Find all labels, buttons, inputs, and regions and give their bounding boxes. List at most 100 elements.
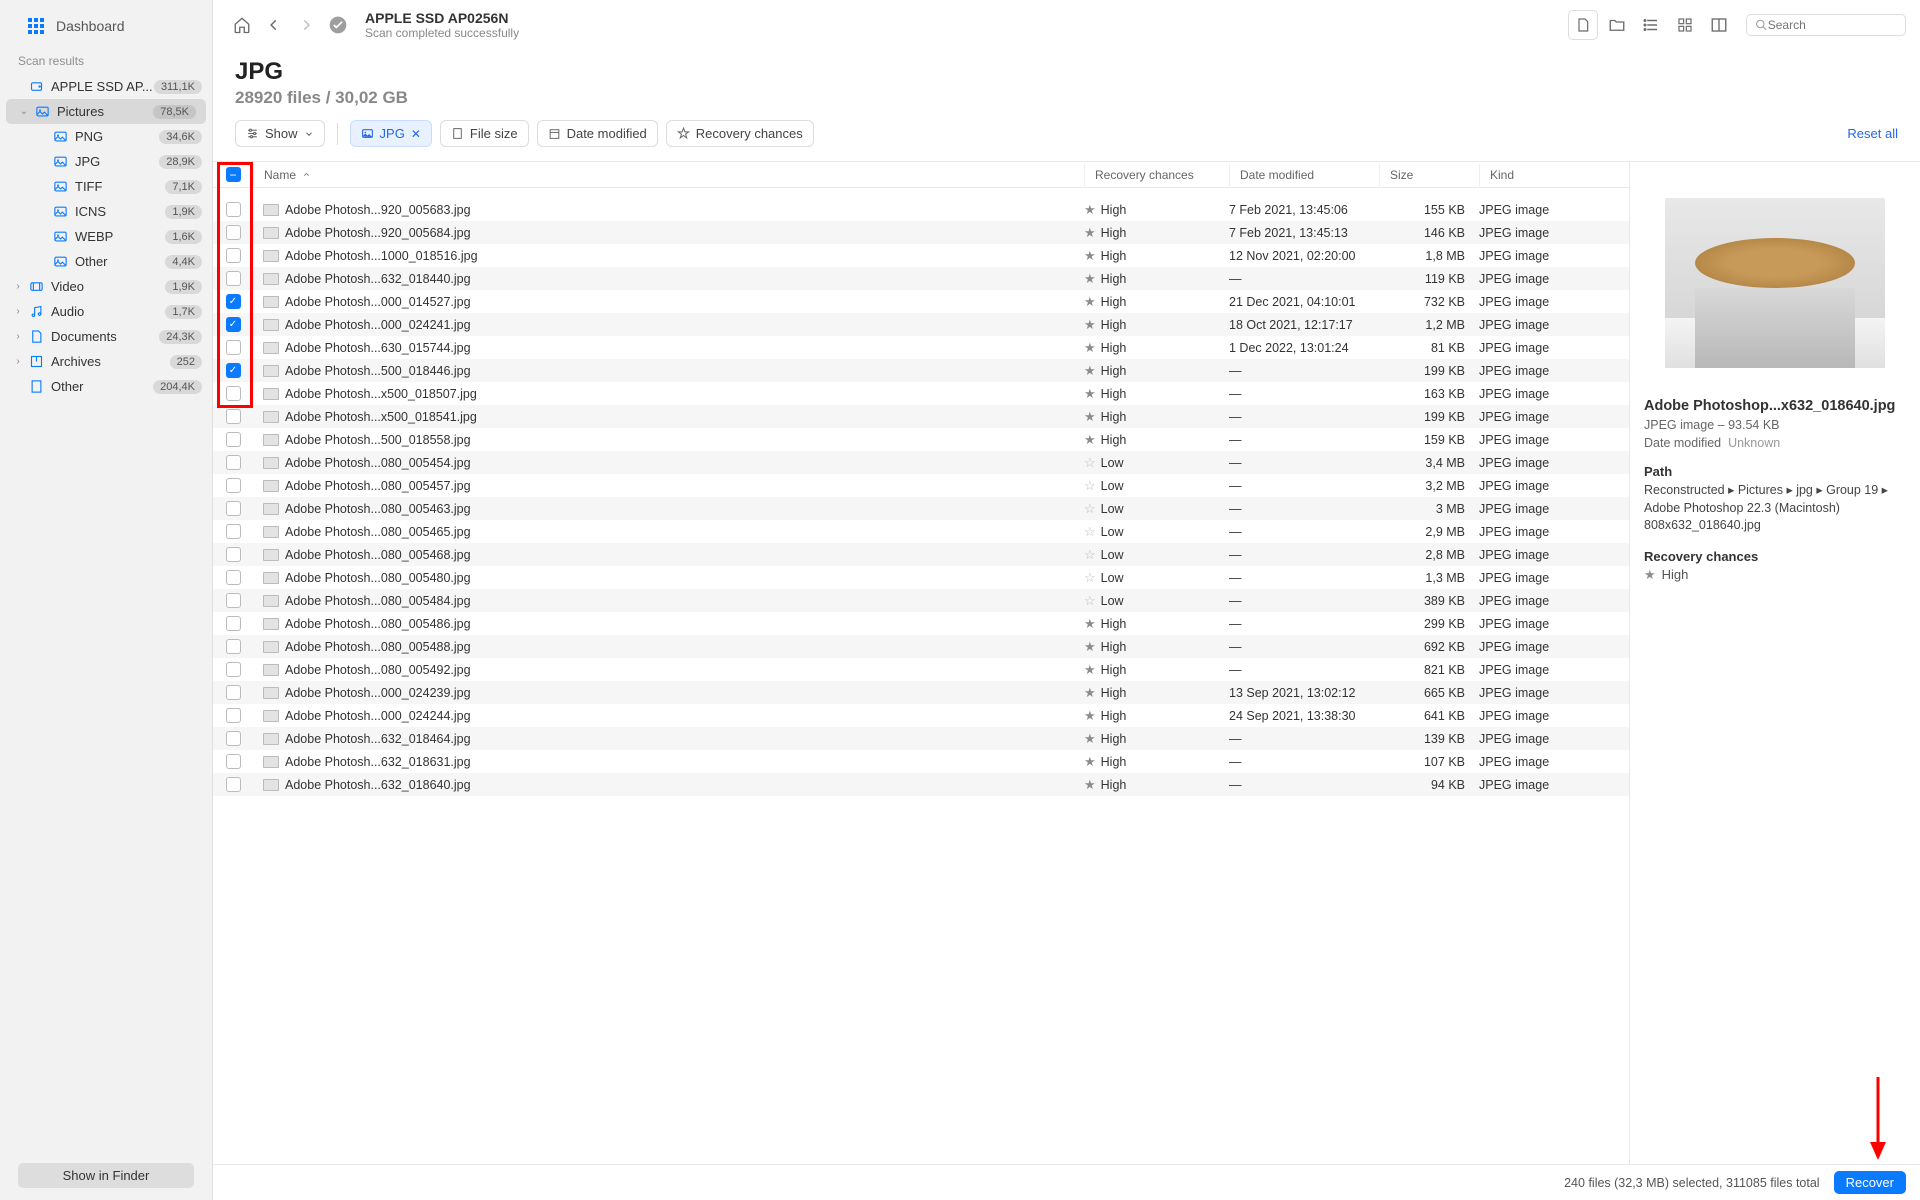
row-checkbox[interactable] — [226, 593, 241, 608]
row-checkbox[interactable] — [226, 524, 241, 539]
row-checkbox[interactable] — [226, 708, 241, 723]
table-row[interactable]: Adobe Photosh...920_005684.jpg★High7 Feb… — [213, 221, 1629, 244]
sidebar-dashboard[interactable]: Dashboard — [0, 0, 212, 48]
row-checkbox[interactable] — [226, 409, 241, 424]
sidebar-item[interactable]: Other4,4K — [0, 249, 212, 274]
table-row[interactable]: Adobe Photosh...500_018558.jpg★High—159 … — [213, 428, 1629, 451]
view-folder-icon[interactable] — [1602, 10, 1632, 40]
jpg-filter[interactable]: JPG ✕ — [350, 120, 432, 147]
recovery-filter[interactable]: Recovery chances — [666, 120, 814, 147]
table-row[interactable]: Adobe Photosh...632_018464.jpg★High—139 … — [213, 727, 1629, 750]
row-checkbox[interactable] — [226, 685, 241, 700]
row-checkbox[interactable] — [226, 340, 241, 355]
table-row[interactable]: Adobe Photosh...920_005683.jpg★High7 Feb… — [213, 198, 1629, 221]
row-checkbox[interactable] — [226, 570, 241, 585]
thumbnail-icon — [263, 365, 279, 377]
recover-button[interactable]: Recover — [1834, 1171, 1906, 1194]
table-row[interactable]: ✓Adobe Photosh...000_024241.jpg★High18 O… — [213, 313, 1629, 336]
show-filter[interactable]: Show — [235, 120, 325, 147]
view-grid-icon[interactable] — [1670, 10, 1700, 40]
view-list-icon[interactable] — [1636, 10, 1666, 40]
view-document-icon[interactable] — [1568, 10, 1598, 40]
table-row[interactable]: Adobe Photosh...000_024239.jpg★High13 Se… — [213, 681, 1629, 704]
sidebar-dashboard-label: Dashboard — [56, 18, 125, 34]
sidebar-item[interactable]: TIFF7,1K — [0, 174, 212, 199]
table-row[interactable]: Adobe Photosh...632_018640.jpg★High—94 K… — [213, 773, 1629, 796]
row-checkbox[interactable] — [226, 455, 241, 470]
sidebar-item[interactable]: WEBP1,6K — [0, 224, 212, 249]
row-checkbox[interactable] — [226, 777, 241, 792]
row-checkbox[interactable] — [226, 662, 241, 677]
table-row[interactable] — [213, 188, 1629, 198]
filesize-filter[interactable]: File size — [440, 120, 529, 147]
row-checkbox[interactable]: ✓ — [226, 294, 241, 309]
date-value: — — [1229, 479, 1379, 493]
table-row[interactable]: Adobe Photosh...080_005463.jpg☆Low—3 MBJ… — [213, 497, 1629, 520]
sidebar-item[interactable]: ›Audio1,7K — [0, 299, 212, 324]
back-icon[interactable] — [259, 10, 289, 40]
table-row[interactable]: ✓Adobe Photosh...500_018446.jpg★High—199… — [213, 359, 1629, 382]
row-checkbox[interactable] — [226, 547, 241, 562]
table-row[interactable]: Adobe Photosh...080_005484.jpg☆Low—389 K… — [213, 589, 1629, 612]
row-checkbox[interactable] — [226, 432, 241, 447]
row-checkbox[interactable] — [226, 616, 241, 631]
close-icon[interactable]: ✕ — [411, 127, 421, 141]
reset-all-link[interactable]: Reset all — [1847, 126, 1898, 141]
table-row[interactable]: Adobe Photosh...080_005480.jpg☆Low—1,3 M… — [213, 566, 1629, 589]
row-checkbox[interactable]: ✓ — [226, 363, 241, 378]
sidebar-item[interactable]: ⌄Pictures78,5K — [6, 99, 206, 124]
table-row[interactable]: Adobe Photosh...000_024244.jpg★High24 Se… — [213, 704, 1629, 727]
table-row[interactable]: Adobe Photosh...080_005492.jpg★High—821 … — [213, 658, 1629, 681]
select-all-checkbox[interactable]: − — [226, 167, 241, 182]
search-field[interactable] — [1746, 14, 1906, 36]
sidebar-item[interactable]: Other204,4K — [0, 374, 212, 399]
table-row[interactable]: Adobe Photosh...080_005465.jpg☆Low—2,9 M… — [213, 520, 1629, 543]
table-row[interactable]: Adobe Photosh...1000_018516.jpg★High12 N… — [213, 244, 1629, 267]
table-row[interactable]: Adobe Photosh...080_005454.jpg☆Low—3,4 M… — [213, 451, 1629, 474]
date-value: — — [1229, 410, 1379, 424]
column-date[interactable]: Date modified — [1229, 164, 1379, 186]
date-value: — — [1229, 778, 1379, 792]
table-row[interactable]: Adobe Photosh...630_015744.jpg★High1 Dec… — [213, 336, 1629, 359]
table-row[interactable]: Adobe Photosh...080_005488.jpg★High—692 … — [213, 635, 1629, 658]
view-columns-icon[interactable] — [1704, 10, 1734, 40]
row-checkbox[interactable] — [226, 731, 241, 746]
row-checkbox[interactable] — [226, 248, 241, 263]
sidebar-item[interactable]: PNG34,6K — [0, 124, 212, 149]
sidebar-item[interactable]: JPG28,9K — [0, 149, 212, 174]
home-icon[interactable] — [227, 10, 257, 40]
row-checkbox[interactable] — [226, 202, 241, 217]
row-checkbox[interactable] — [226, 754, 241, 769]
column-kind[interactable]: Kind — [1479, 164, 1629, 186]
sidebar-item[interactable]: ›Documents24,3K — [0, 324, 212, 349]
thumbnail-icon — [263, 526, 279, 538]
table-row[interactable]: Adobe Photosh...632_018440.jpg★High—119 … — [213, 267, 1629, 290]
row-checkbox[interactable] — [226, 639, 241, 654]
table-row[interactable]: Adobe Photosh...080_005486.jpg★High—299 … — [213, 612, 1629, 635]
date-filter[interactable]: Date modified — [537, 120, 658, 147]
show-in-finder-button[interactable]: Show in Finder — [18, 1163, 194, 1188]
row-checkbox[interactable] — [226, 225, 241, 240]
thumbnail-icon — [263, 250, 279, 262]
sidebar-item[interactable]: ›Archives252 — [0, 349, 212, 374]
table-row[interactable]: Adobe Photosh...x500_018541.jpg★High—199… — [213, 405, 1629, 428]
row-checkbox[interactable] — [226, 478, 241, 493]
row-checkbox[interactable] — [226, 501, 241, 516]
sidebar-item[interactable]: ›Video1,9K — [0, 274, 212, 299]
column-name[interactable]: Name — [253, 164, 1084, 186]
sidebar-item[interactable]: ICNS1,9K — [0, 199, 212, 224]
row-checkbox[interactable] — [226, 271, 241, 286]
table-row[interactable]: Adobe Photosh...080_005468.jpg☆Low—2,8 M… — [213, 543, 1629, 566]
sidebar-item[interactable]: APPLE SSD AP...311,1K — [0, 74, 212, 99]
column-size[interactable]: Size — [1379, 164, 1479, 186]
table-row[interactable]: ✓Adobe Photosh...000_014527.jpg★High21 D… — [213, 290, 1629, 313]
row-checkbox[interactable]: ✓ — [226, 317, 241, 332]
table-row[interactable]: Adobe Photosh...632_018631.jpg★High—107 … — [213, 750, 1629, 773]
column-recovery[interactable]: Recovery chances — [1084, 164, 1229, 186]
table-row[interactable]: Adobe Photosh...x500_018507.jpg★High—163… — [213, 382, 1629, 405]
sidebar-item-badge: 1,9K — [165, 205, 202, 219]
row-checkbox[interactable] — [226, 386, 241, 401]
table-row[interactable]: Adobe Photosh...080_005457.jpg☆Low—3,2 M… — [213, 474, 1629, 497]
recovery-value: High — [1101, 617, 1127, 631]
search-input[interactable] — [1768, 18, 1897, 32]
